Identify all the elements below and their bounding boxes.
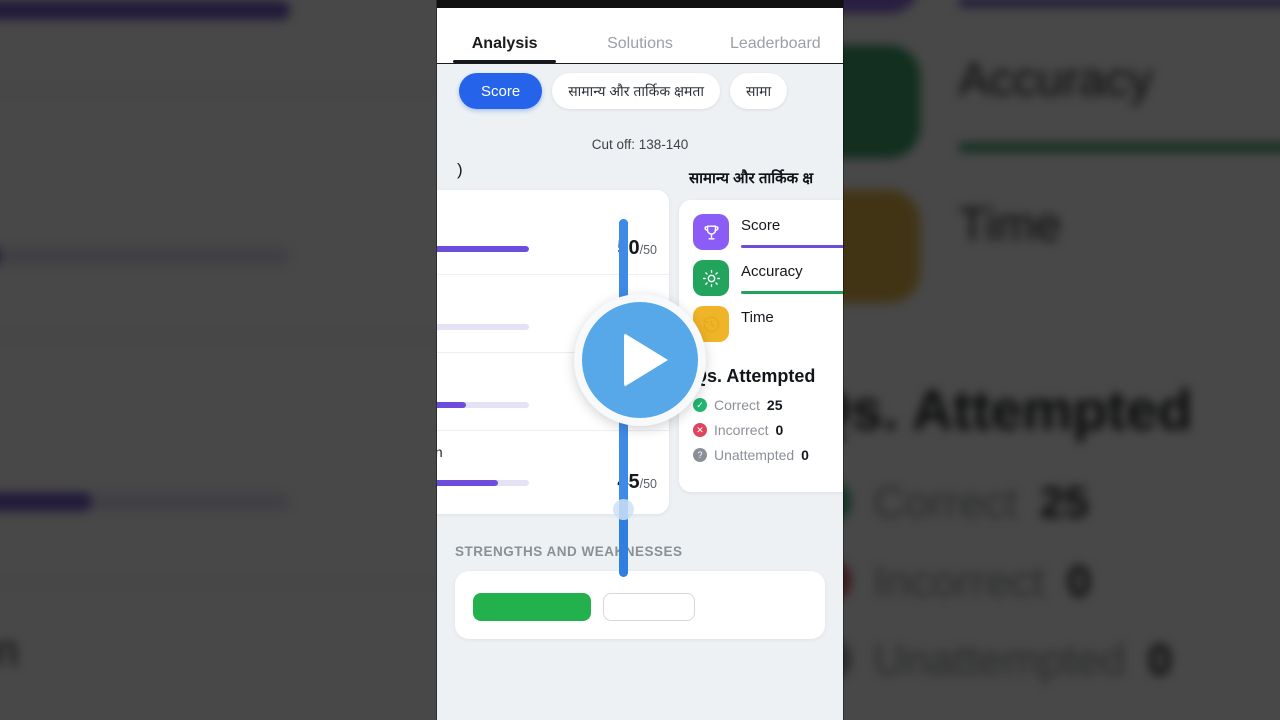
qs-attempted-title: Qs. Attempted (693, 366, 816, 386)
seek-handle[interactable] (613, 498, 634, 520)
strengths-weaknesses-heading: STRENGTHS AND WEAKNESSES (437, 514, 843, 571)
metric-time-label: Time (741, 309, 774, 326)
play-triangle-icon (624, 333, 668, 387)
score-row[interactable]: ता 50/50 (437, 194, 669, 275)
score-progress-track (437, 479, 529, 486)
tab-solutions[interactable]: Solutions (572, 35, 707, 63)
qs-row-unattempted: ? Unattempted 0 (693, 447, 843, 463)
metric-score[interactable]: Score (679, 214, 843, 260)
qs-correct-count: 25 (766, 397, 783, 413)
cross-circle-icon: ✕ (693, 423, 707, 437)
qs-unattempted-count: 0 (801, 447, 809, 463)
weakness-pill[interactable] (603, 593, 695, 621)
section-title: सामान्य और तार्किक क्ष (689, 170, 814, 187)
metric-score-bar (741, 245, 843, 248)
strengths-weaknesses-card (455, 571, 825, 639)
score-progress-track (437, 323, 529, 330)
section-summary-column: सामान्य और तार्किक क्ष Score Accuracy Ti… (679, 158, 843, 514)
tab-analysis-label: Analysis (471, 35, 538, 52)
strength-pill[interactable] (473, 593, 591, 621)
qs-row-incorrect: ✕ Incorrect 0 (693, 422, 843, 438)
metric-accuracy-bar (741, 291, 843, 294)
chip-section-2[interactable]: सामा (730, 73, 788, 109)
tab-solutions-label: Solutions (607, 35, 673, 52)
tab-leaderboard[interactable]: Leaderboard (708, 35, 843, 63)
sun-icon (693, 260, 729, 296)
status-bar (437, 0, 843, 8)
qs-incorrect-label: Incorrect (714, 422, 769, 438)
qs-row-correct: ✓ Correct 25 (693, 397, 843, 413)
filter-chip-row[interactable]: Score सामान्य और तार्किक क्षमता सामा (437, 64, 843, 119)
chip-score[interactable]: Score (459, 73, 543, 109)
chip-section-1[interactable]: सामान्य और तार्किक क्षमता (552, 73, 720, 109)
trophy-icon (693, 214, 729, 250)
tab-leaderboard-label: Leaderboard (729, 35, 821, 52)
top-tab-bar: Analysis Solutions Leaderboard (437, 8, 843, 63)
tab-analysis[interactable]: Analysis (437, 35, 572, 63)
metric-accuracy[interactable]: Accuracy (679, 260, 843, 306)
video-player-stage: Analysis Solutions Leaderboard Score साम… (0, 0, 1280, 720)
qs-correct-label: Correct (714, 397, 760, 413)
question-circle-icon: ? (693, 448, 707, 462)
score-progress-track (437, 245, 529, 252)
score-column-title-fragment: ) (457, 160, 463, 179)
qs-unattempted-label: Unattempted (714, 447, 795, 463)
cutoff-label: Cut off: 138-140 (437, 119, 843, 158)
qs-incorrect-count: 0 (775, 422, 784, 438)
metric-accuracy-label: Accuracy (741, 263, 803, 280)
play-button[interactable] (574, 294, 706, 426)
check-circle-icon: ✓ (693, 398, 707, 412)
score-row[interactable]: sion 45/50 (437, 431, 669, 508)
metric-score-label: Score (741, 217, 781, 234)
play-button-circle (582, 302, 698, 418)
score-progress-track (437, 401, 529, 408)
